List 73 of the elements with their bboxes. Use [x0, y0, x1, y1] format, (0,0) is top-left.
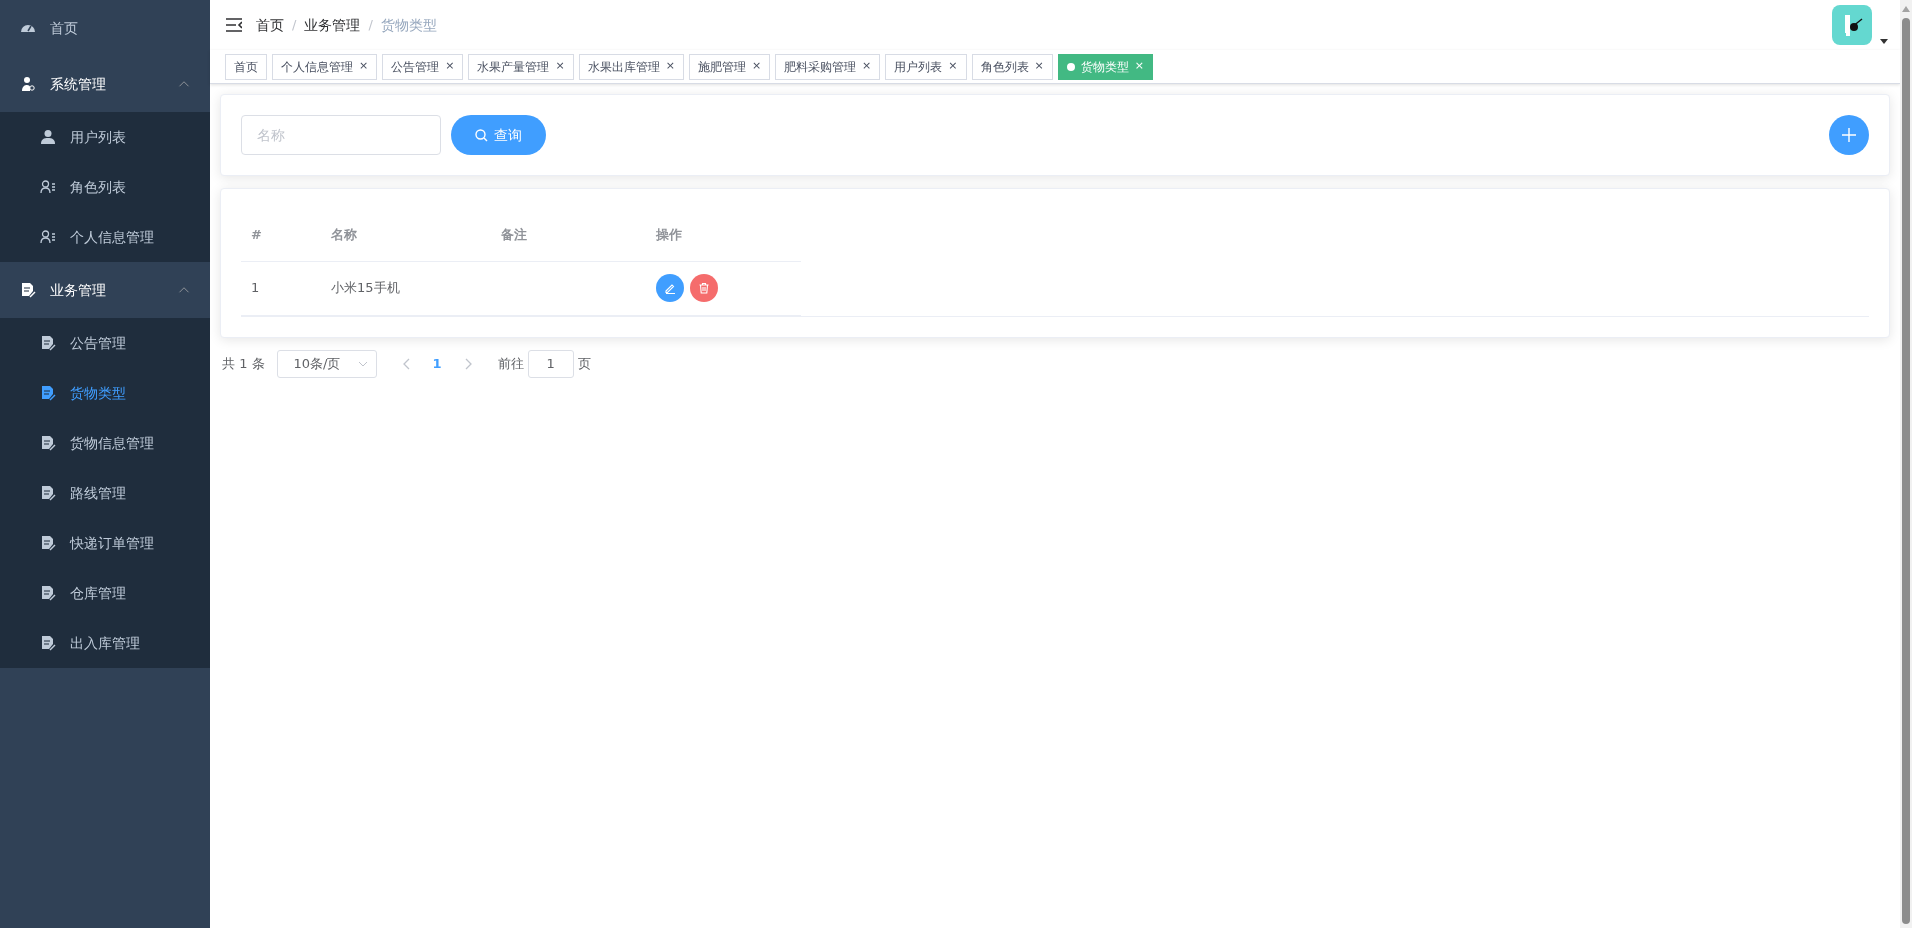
tab[interactable]: 用户列表 × [885, 53, 967, 80]
close-icon[interactable]: × [665, 58, 675, 75]
page-size-select[interactable]: 10条/页 [276, 349, 377, 378]
sidebar-item[interactable]: 首页 [0, 0, 210, 56]
close-icon[interactable]: × [948, 58, 958, 75]
column-header: 名称 [321, 209, 491, 261]
sidebar-item[interactable]: 仓库管理 [0, 568, 210, 618]
search-icon [475, 128, 488, 142]
breadcrumb-separator: / [292, 16, 297, 35]
table-cell: 小米15手机 [321, 261, 491, 315]
tab[interactable]: 角色列表 × [971, 53, 1053, 80]
sidebar-item[interactable]: 公告管理 [0, 318, 210, 368]
name-field[interactable]: 名称 [241, 115, 441, 155]
user-list-icon [40, 179, 56, 195]
sidebar-item[interactable]: 业务管理 [0, 262, 210, 318]
scrollbar[interactable] [1900, 0, 1912, 928]
document-edit-icon [40, 385, 56, 401]
tab[interactable]: 肥料采购管理 × [775, 53, 881, 80]
breadcrumb-link[interactable]: 首页 [256, 14, 284, 36]
scroll-up-icon[interactable] [1902, 6, 1910, 12]
caret-icon[interactable] [1880, 39, 1888, 45]
person-icon [40, 129, 56, 145]
close-icon[interactable]: × [862, 58, 872, 75]
tab[interactable]: 水果出库管理 × [578, 53, 684, 80]
document-edit-icon [40, 585, 56, 601]
tab[interactable]: 公告管理 × [382, 53, 464, 80]
delete-button[interactable] [690, 274, 718, 302]
sidebar-item[interactable]: 货物类型 [0, 368, 210, 418]
column-header: # [241, 209, 321, 261]
table-cell: 1 [241, 261, 321, 315]
breadcrumb-link[interactable]: 业务管理 [304, 14, 361, 36]
sidebar-item[interactable]: 个人信息管理 [0, 212, 210, 262]
next-page-icon[interactable] [463, 357, 472, 370]
sidebar-item[interactable]: 货物信息管理 [0, 418, 210, 468]
sidebar-item[interactable]: 出入库管理 [0, 618, 210, 668]
document-edit-icon [40, 435, 56, 451]
tab[interactable]: 水果产量管理 × [468, 53, 574, 80]
document-edit-icon [40, 635, 56, 651]
pencil-icon [664, 282, 676, 294]
sidebar-item[interactable]: 用户列表 [0, 112, 210, 162]
plus-icon [1841, 127, 1857, 143]
edit-button[interactable] [656, 274, 684, 302]
column-header: 操作 [646, 209, 801, 261]
tab[interactable]: 首页 [225, 53, 267, 80]
page-suffix: 页 [577, 354, 591, 373]
close-icon[interactable]: × [1034, 58, 1044, 75]
chevron-down-icon [357, 360, 368, 367]
document-edit-icon [20, 282, 36, 298]
close-icon[interactable]: × [751, 58, 762, 75]
page-field[interactable]: 1 [527, 349, 574, 378]
tab[interactable]: 个人信息管理 × [272, 53, 378, 80]
document-edit-icon [40, 335, 56, 351]
breadcrumb-separator: / [368, 16, 373, 35]
column-header: 备注 [491, 209, 646, 261]
goto-label: 前往 [497, 354, 524, 373]
add-button[interactable] [1829, 115, 1869, 155]
document-edit-icon [40, 485, 56, 501]
tab[interactable]: 施肥管理 × [688, 53, 771, 80]
user-list-icon [40, 229, 56, 245]
sidebar-item[interactable]: 路线管理 [0, 468, 210, 518]
user-icon [20, 76, 36, 92]
sidebar-item[interactable]: 角色列表 [0, 162, 210, 212]
total-count: 共 1 条 [222, 354, 265, 373]
sidebar-item[interactable]: 系统管理 [0, 56, 210, 112]
trash-icon [698, 282, 710, 294]
status-dot-icon [1066, 62, 1075, 71]
document-edit-icon [40, 535, 56, 551]
close-icon[interactable]: × [555, 58, 565, 75]
close-icon[interactable]: × [359, 58, 369, 75]
sidebar-item[interactable]: 快递订单管理 [0, 518, 210, 568]
menu-icon[interactable] [226, 18, 242, 32]
previous-page-icon[interactable] [402, 357, 411, 370]
close-icon[interactable]: × [445, 58, 455, 75]
